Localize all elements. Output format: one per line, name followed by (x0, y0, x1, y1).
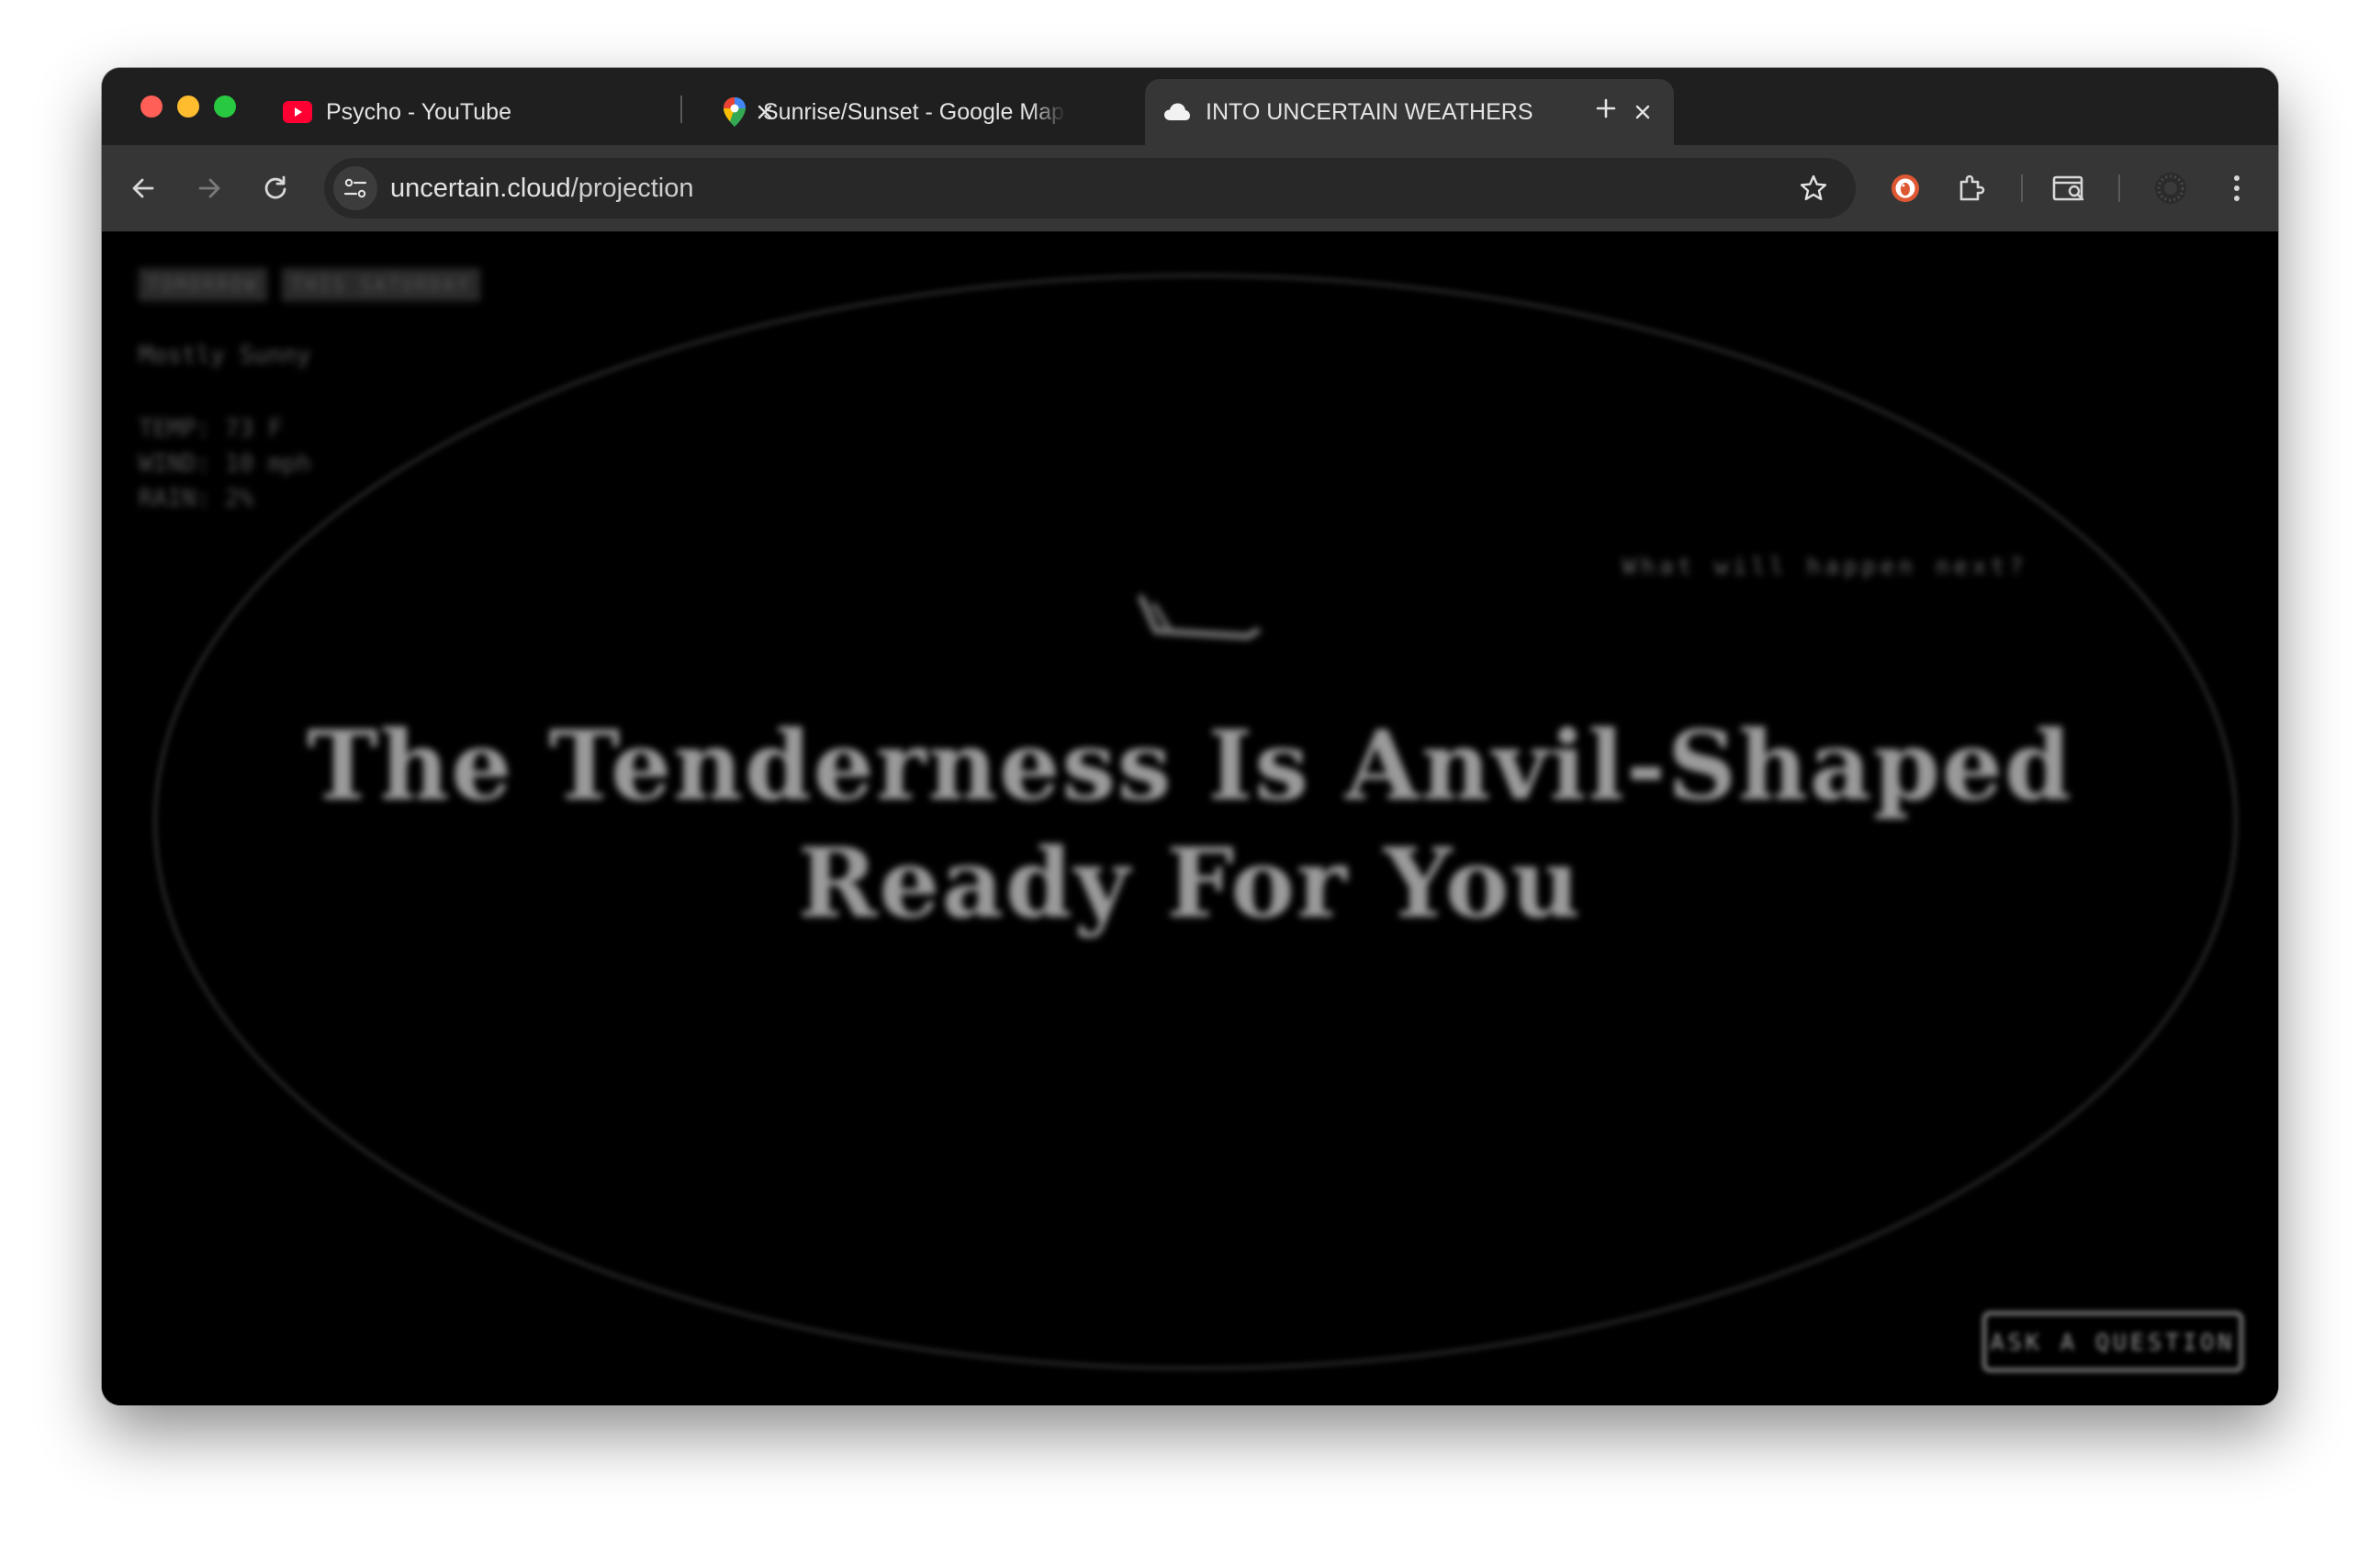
headline-line-2: Ready For You (797, 827, 1583, 939)
rain-stat: RAIN: 2% (139, 485, 254, 512)
arrow-left-icon (132, 178, 154, 198)
tab-search-icon[interactable] (2047, 165, 2093, 211)
minimize-window-button[interactable] (177, 96, 199, 118)
address-bar[interactable]: uncertain.cloud/projection (324, 158, 1856, 219)
profile-avatar[interactable] (2148, 165, 2194, 211)
temperature-stat: TEMP: 73 F (139, 415, 283, 443)
zoom-window-button[interactable] (214, 96, 236, 118)
extensions-puzzle-icon[interactable] (1948, 165, 1994, 211)
what-next-prompt: What will happen next? (1622, 553, 2028, 579)
forecast-day-chips: TOMORROW THIS SATURDAY (139, 268, 480, 301)
tab-bar: Psycho - YouTube Sunrise/Sunset - Google… (102, 68, 2278, 145)
chip-tomorrow[interactable]: TOMORROW (139, 268, 268, 301)
google-maps-pin-icon (719, 96, 750, 128)
url-domain: uncertain.cloud (390, 174, 571, 203)
weather-condition: Mostly Sunny (139, 342, 311, 369)
new-tab-button[interactable] (1586, 88, 1626, 129)
url-text[interactable]: uncertain.cloud/projection (390, 174, 694, 204)
toolbar-separator (2118, 174, 2120, 202)
duckduckgo-extension-icon[interactable] (1882, 165, 1928, 211)
wind-stat: WIND: 10 mph (139, 450, 311, 478)
chip-this-saturday[interactable]: THIS SATURDAY (282, 268, 480, 301)
browser-window: Psycho - YouTube Sunrise/Sunset - Google… (102, 68, 2278, 1405)
url-path: /projection (570, 174, 694, 203)
arrow-right-icon (198, 178, 220, 198)
bird-icon (1138, 594, 1261, 640)
toolbar-separator (2021, 174, 2023, 202)
reload-icon (264, 175, 286, 199)
close-window-button[interactable] (140, 96, 163, 118)
forward-button[interactable] (186, 165, 232, 211)
reload-button[interactable] (253, 165, 298, 211)
cloud-icon (1162, 96, 1193, 128)
tab-title: Sunrise/Sunset - Google Maps (763, 98, 1066, 125)
projection-headline: The Tenderness Is Anvil-Shaped Ready For… (102, 707, 2278, 942)
tab-title: Psycho - YouTube (326, 98, 511, 125)
weather-stats: TEMP: 73 F WIND: 10 mph RAIN: 2% (139, 411, 311, 516)
headline-line-1: The Tenderness Is Anvil-Shaped (307, 709, 2073, 822)
tab-title: INTO UNCERTAIN WEATHERS (1206, 98, 1533, 125)
tab-separator (680, 96, 682, 123)
kebab-menu-icon[interactable] (2214, 165, 2260, 211)
site-settings-icon[interactable] (333, 166, 377, 210)
close-tab-icon[interactable] (1626, 96, 1659, 129)
back-button[interactable] (120, 165, 166, 211)
bookmark-star-icon[interactable] (1795, 170, 1832, 207)
plus-icon (1596, 98, 1616, 118)
browser-toolbar: uncertain.cloud/projection (102, 145, 2278, 232)
ask-question-button[interactable]: ASK A QUESTION (1982, 1311, 2243, 1372)
page-content: TOMORROW THIS SATURDAY Mostly Sunny TEMP… (102, 231, 2278, 1405)
youtube-icon (282, 96, 313, 128)
